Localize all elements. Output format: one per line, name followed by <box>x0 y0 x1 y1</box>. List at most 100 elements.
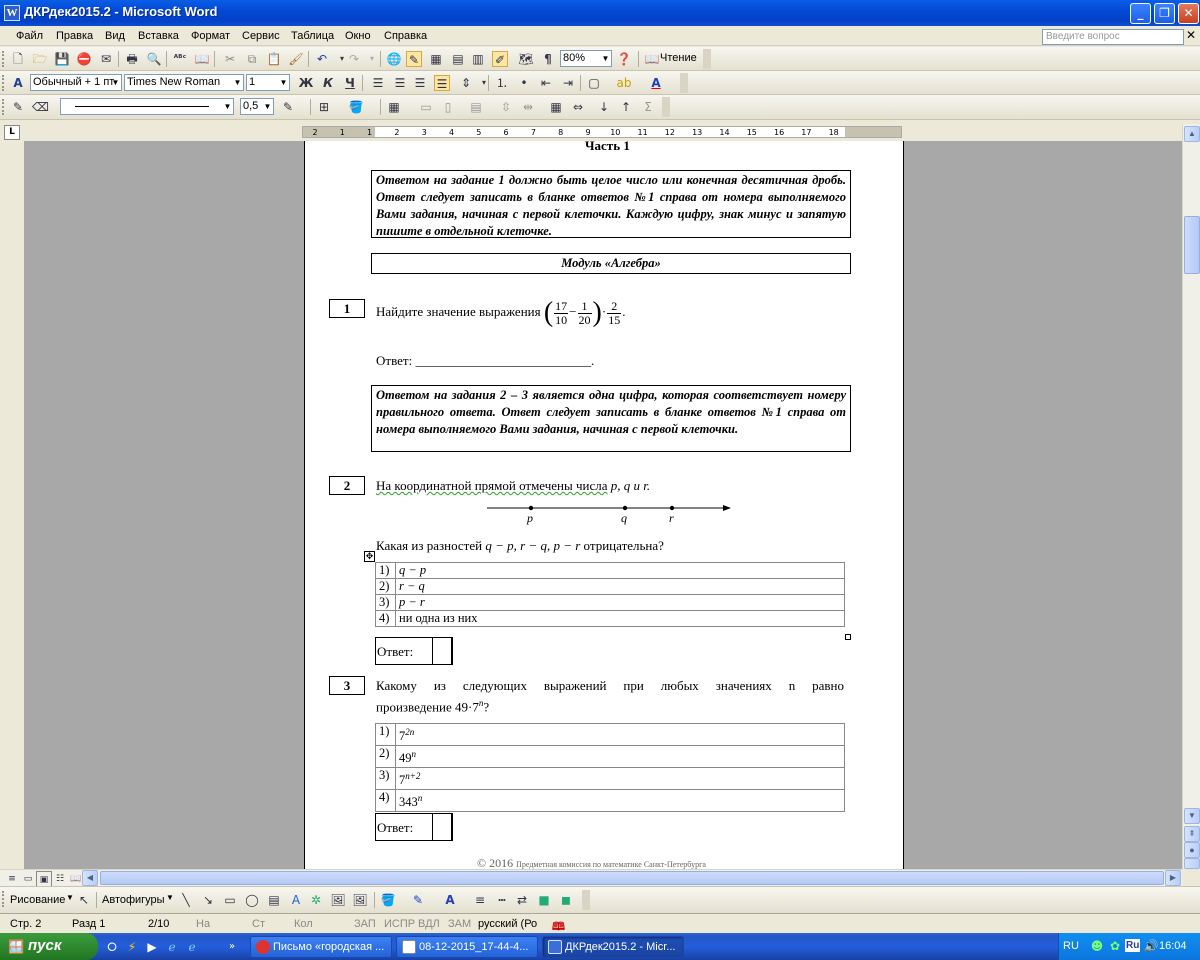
split-cells-icon[interactable]: ▯ <box>440 99 456 115</box>
line-weight-combo[interactable]: 0,5 ▼ <box>240 98 274 115</box>
line-style-icon[interactable]: ≡ <box>472 892 488 908</box>
draw-font-color-icon[interactable]: A <box>442 892 458 908</box>
print-icon[interactable]: 🖶 <box>124 51 140 67</box>
quicklaunch-ie2-icon[interactable]: ℯ <box>184 939 200 955</box>
next-page-icon[interactable] <box>1184 858 1200 869</box>
autoshapes-button[interactable]: Автофигуры <box>102 894 165 906</box>
vertical-scrollbar[interactable]: ▲ ▼ ⇞ ● <box>1182 124 1200 869</box>
help-icon[interactable]: ❓ <box>616 51 632 67</box>
styles-pane-icon[interactable]: A <box>10 75 26 91</box>
task-word[interactable]: ДКРдек2015.2 - Micr... <box>542 936 684 958</box>
option-row[interactable]: 3) p − r <box>375 594 845 611</box>
quicklaunch-ie-icon[interactable]: ℯ <box>164 939 180 955</box>
status-ext[interactable]: ВДЛ <box>418 918 440 930</box>
reading-label[interactable]: Чтение <box>660 52 697 64</box>
quicklaunch-flash-icon[interactable]: ⚡ <box>124 939 140 955</box>
font-color-icon[interactable]: A <box>648 75 664 91</box>
reading-icon[interactable]: 📖 <box>644 51 660 67</box>
menu-help[interactable]: Справка <box>384 30 427 42</box>
tray-agent-icon[interactable]: ☻ <box>1089 938 1105 954</box>
h-scroll-thumb[interactable] <box>100 871 1164 885</box>
zoom-combo[interactable]: 80% ▼ <box>560 50 612 67</box>
task-mail[interactable]: Письмо «городская ... <box>250 936 392 958</box>
scroll-right-icon[interactable]: ▶ <box>1165 870 1181 886</box>
scroll-up-icon[interactable]: ▲ <box>1184 126 1200 142</box>
save-icon[interactable]: 💾 <box>54 51 70 67</box>
table-autoformat-icon[interactable]: ▦ <box>548 99 564 115</box>
table-resize-handle[interactable] <box>845 634 851 640</box>
select-objects-icon[interactable]: ↖ <box>76 892 92 908</box>
word-app-icon[interactable]: W <box>4 5 20 21</box>
underline-button[interactable]: Ч <box>342 75 358 91</box>
show-hide-icon[interactable]: ¶ <box>540 51 556 67</box>
scroll-down-icon[interactable]: ▼ <box>1184 808 1200 824</box>
option-row[interactable]: 1) q − p <box>375 562 845 579</box>
sort-ascending-icon[interactable]: ↓ <box>596 99 612 115</box>
ask-question-input[interactable]: Введите вопрос <box>1042 29 1184 45</box>
restore-button[interactable]: ❐ <box>1154 3 1175 24</box>
browse-object-icon[interactable]: ● <box>1184 842 1200 858</box>
distribute-rows-icon[interactable]: ⇳ <box>498 99 514 115</box>
cut-icon[interactable]: ✂ <box>222 51 238 67</box>
outside-border-icon[interactable]: ⊞ <box>316 99 332 115</box>
tray-language[interactable]: RU <box>1063 940 1079 952</box>
hyperlink-icon[interactable]: 🌐 <box>386 51 402 67</box>
redo-dropdown-icon[interactable]: ▾ <box>364 51 380 67</box>
decrease-indent-icon[interactable]: ⇤ <box>538 75 554 91</box>
menu-file[interactable]: Файл <box>16 30 43 42</box>
rectangle-icon[interactable]: ▭ <box>222 892 238 908</box>
sort-descending-icon[interactable]: ↑ <box>618 99 634 115</box>
horizontal-scrollbar[interactable]: ≡ ▭ ▣ ☷ 📖 ◀ ▶ <box>0 869 1182 887</box>
align-center-icon[interactable]: ☰ <box>392 75 408 91</box>
option-row[interactable]: 1) 72n <box>375 723 845 746</box>
tray-volume-icon[interactable]: 🔊 <box>1143 938 1159 954</box>
border-icon[interactable]: ▢ <box>586 75 602 91</box>
tray-icq-icon[interactable]: ✿ <box>1107 938 1123 954</box>
format-toolbar-options-icon[interactable] <box>680 73 688 93</box>
fill-color-icon[interactable]: 🪣 <box>380 892 396 908</box>
option-row[interactable]: 2) 49n <box>375 745 845 768</box>
autoshapes-dropdown-icon[interactable]: ▼ <box>166 893 174 902</box>
line-color-icon[interactable]: ✎ <box>410 892 426 908</box>
menu-view[interactable]: Вид <box>105 30 125 42</box>
table-move-handle-icon[interactable]: ✥ <box>364 551 375 562</box>
answer-cell-3[interactable] <box>432 813 452 841</box>
status-ovr[interactable]: ЗАМ <box>448 918 471 930</box>
copy-icon[interactable]: ⧉ <box>244 51 260 67</box>
close-button[interactable]: ✕ <box>1178 3 1199 24</box>
research-icon[interactable]: 📖 <box>194 51 210 67</box>
picture-icon[interactable]: 🖼 <box>352 892 368 908</box>
align-right-icon[interactable]: ☰ <box>412 75 428 91</box>
print-layout-view-icon[interactable]: ▣ <box>36 871 52 887</box>
menu-table[interactable]: Таблица <box>291 30 334 42</box>
eraser-icon[interactable]: ⌫ <box>32 99 49 115</box>
permission-icon[interactable]: ⛔ <box>76 51 92 67</box>
spelling-icon[interactable]: ᴬᴮᶜ <box>172 51 188 67</box>
font-size-combo[interactable]: 1 ▼ <box>246 74 290 91</box>
menu-insert[interactable]: Вставка <box>138 30 179 42</box>
quicklaunch-media-icon[interactable]: ▶ <box>144 939 160 955</box>
drawing-toolbar-options-icon[interactable] <box>582 890 590 910</box>
tab-selector[interactable]: L <box>4 125 20 140</box>
quicklaunch-expand-icon[interactable]: » <box>224 939 240 955</box>
align-cell-icon[interactable]: ▤ <box>468 99 484 115</box>
drawing-toggle-icon[interactable]: ✐ <box>492 51 508 67</box>
normal-view-icon[interactable]: ≡ <box>4 871 20 887</box>
columns-icon[interactable]: ▥ <box>470 51 486 67</box>
email-icon[interactable]: ✉ <box>98 51 114 67</box>
insert-table-icon-2[interactable]: ▦ <box>386 99 402 115</box>
paste-icon[interactable]: 📋 <box>266 51 282 67</box>
line-spacing-dropdown-icon[interactable]: ▾ <box>476 75 492 91</box>
bold-button[interactable]: Ж <box>298 75 314 91</box>
redo-icon[interactable]: ↷ <box>346 51 362 67</box>
document-close-icon[interactable]: ✕ <box>1186 28 1196 42</box>
task-folder[interactable]: 08-12-2015_17-44-4... <box>396 936 538 958</box>
print-preview-icon[interactable]: 🔍 <box>146 51 162 67</box>
outline-view-icon[interactable]: ☷ <box>52 871 68 887</box>
menu-tools[interactable]: Сервис <box>242 30 280 42</box>
undo-icon[interactable]: ↶ <box>314 51 330 67</box>
line-spacing-icon[interactable]: ⇕ <box>458 75 474 91</box>
tray-keyboard-layout[interactable]: Ru <box>1125 939 1141 952</box>
3d-icon[interactable]: ◼ <box>558 892 574 908</box>
font-combo[interactable]: Times New Roman ▼ <box>124 74 244 91</box>
